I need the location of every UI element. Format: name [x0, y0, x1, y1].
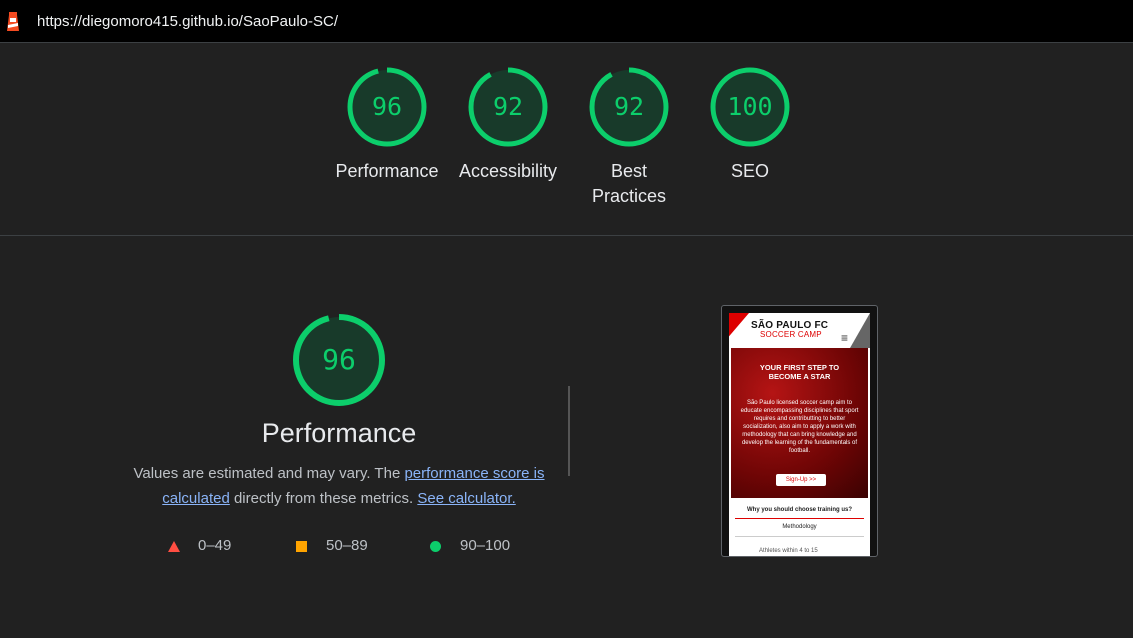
hero-text: São Paulo licensed soccer camp aim to ed…: [740, 400, 859, 454]
preview-red-line: [735, 518, 864, 519]
pass-circle-icon: [430, 540, 441, 552]
score-ring: 92: [588, 66, 670, 148]
report-url[interactable]: https://diegomoro415.github.io/SaoPaulo-…: [37, 13, 338, 30]
see-calculator-link[interactable]: See calculator.: [417, 490, 515, 507]
score-ring: 100: [709, 66, 791, 148]
legend-label: 0–49: [198, 537, 232, 554]
signup-button: Sign-Up >>: [776, 474, 826, 486]
performance-score: 96: [322, 343, 356, 376]
legend-pass: 90–100: [430, 537, 510, 554]
gauge-label: Best Practices: [591, 161, 667, 206]
preview-athletes: Athletes within 4 to 15: [759, 548, 818, 554]
vertical-divider: [568, 386, 570, 476]
preview-question: Why you should choose training us?: [746, 507, 852, 513]
performance-title: Performance: [261, 418, 417, 448]
page-preview: SÃO PAULO FC SOCCER CAMP ≡ YOUR FIRST ST…: [729, 313, 870, 556]
hero-title: YOUR FIRST STEP TO BECOME A STAR: [731, 363, 868, 381]
score-gauges: 96 Performance 92 Accessibility 92 Best …: [0, 66, 1133, 236]
hero-title-line: BECOME A STAR: [768, 372, 831, 381]
legend-label: 90–100: [460, 537, 511, 554]
score-value: 96: [371, 92, 403, 121]
score-ring: 92: [467, 66, 549, 148]
final-screenshot[interactable]: SÃO PAULO FC SOCCER CAMP ≡ YOUR FIRST ST…: [721, 305, 878, 557]
performance-summary: 96 Performance Values are estimated and …: [120, 312, 558, 511]
desc-text: Values are estimated and may vary. The: [133, 465, 405, 482]
gauge-label: Performance: [335, 161, 439, 181]
desc-text: directly from these metrics.: [229, 490, 418, 507]
legend-label: 50–89: [326, 537, 368, 554]
gauge-label: Accessibility: [458, 161, 558, 181]
hamburger-menu-icon: ≡: [841, 331, 849, 345]
performance-score-ring: 96: [291, 312, 387, 408]
preview-header: SÃO PAULO FC SOCCER CAMP ≡: [729, 313, 870, 348]
lighthouse-icon: [7, 12, 19, 31]
average-square-icon: [296, 540, 307, 552]
score-value: 92: [492, 92, 524, 121]
fail-triangle-icon: [168, 540, 180, 552]
score-value: 92: [613, 92, 645, 121]
gauge-seo[interactable]: 100 SEO: [695, 66, 805, 184]
legend-average: 50–89: [296, 537, 368, 554]
header-red-shape: [729, 313, 749, 348]
performance-description: Values are estimated and may vary. The p…: [120, 461, 558, 511]
browser-bar: https://diegomoro415.github.io/SaoPaulo-…: [0, 0, 1133, 43]
gauge-performance[interactable]: 96 Performance: [332, 66, 442, 184]
score-value: 100: [727, 92, 773, 121]
hero-title-line: YOUR FIRST STEP TO: [759, 363, 840, 372]
gauge-best-practices[interactable]: 92 Best Practices: [574, 66, 684, 209]
score-ring: 96: [346, 66, 428, 148]
section-divider: [0, 235, 1133, 236]
preview-gray-line: [735, 536, 864, 537]
gauge-accessibility[interactable]: 92 Accessibility: [453, 66, 563, 184]
preview-hero: YOUR FIRST STEP TO BECOME A STAR São Paul…: [731, 348, 868, 498]
preview-logo-bottom: SOCCER CAMP: [760, 330, 822, 339]
gauge-label: SEO: [730, 161, 769, 181]
preview-methodology: Methodology: [782, 524, 817, 530]
header-gray-shape: [850, 313, 870, 348]
legend-fail: 0–49: [168, 537, 231, 554]
score-legend: 0–49 50–89 90–100: [168, 537, 548, 557]
